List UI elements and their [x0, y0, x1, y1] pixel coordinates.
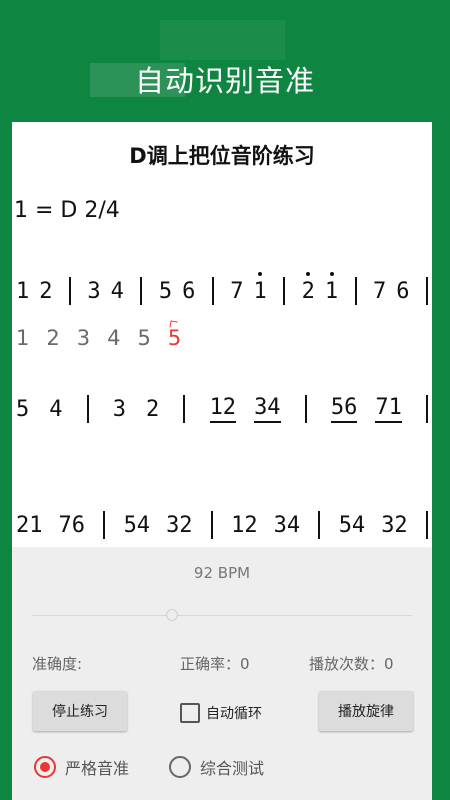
note-high: 1: [253, 271, 267, 304]
note-pair: 76: [58, 512, 86, 538]
note: 7: [373, 278, 387, 304]
note: 3: [87, 278, 101, 304]
bpm-readout: 92 BPM: [193, 564, 251, 582]
score-row-2: 54 32 12 34 56 71: [16, 392, 428, 426]
key-signature: 1 = D 2/4: [14, 198, 120, 223]
bar-line: [210, 511, 213, 539]
radio-unselected-icon[interactable]: [169, 756, 191, 778]
radio-combined-test[interactable]: 综合测试: [169, 755, 264, 779]
auto-loop-checkbox[interactable]: 自动循环: [180, 703, 262, 723]
bar-line: [425, 511, 428, 539]
note-pair: 54: [338, 512, 366, 538]
radio-selected-icon[interactable]: [34, 756, 56, 778]
score-row-3: 21 76 54 32 12 34 54 32: [16, 508, 428, 542]
sung-note: 4: [107, 326, 121, 350]
sung-notes: 1 2 3 4 5 5: [16, 326, 181, 350]
note-pair-high: 21: [16, 512, 43, 538]
bar-line: [140, 277, 143, 305]
note-pair: 12: [231, 512, 258, 538]
note-pair: 32: [166, 512, 193, 538]
correct-rate-label: 正确率：0: [180, 655, 250, 673]
bar-line: [103, 511, 106, 539]
app-banner: 自动识别音准: [0, 0, 450, 122]
bar-line: [211, 277, 214, 305]
play-melody-button[interactable]: 播放旋律: [319, 691, 413, 731]
sung-note: 1: [16, 326, 30, 350]
note: 3: [112, 396, 127, 422]
bar-line: [425, 395, 428, 423]
note-eighth-pair: 34: [254, 395, 281, 423]
note: 4: [49, 396, 63, 422]
note-eighth-pair: 56: [330, 395, 358, 423]
accuracy-label: 准确度:: [32, 655, 83, 673]
bar-line: [425, 277, 428, 305]
note: 4: [110, 278, 124, 304]
tempo-slider-thumb[interactable]: [166, 609, 178, 621]
sung-note: 5: [137, 326, 151, 350]
bar-line: [86, 395, 89, 423]
note-eighth-pair: 71: [375, 395, 402, 423]
note-high: 2: [301, 271, 315, 304]
radio-strict-pitch[interactable]: 严格音准: [34, 755, 129, 779]
note: 1: [16, 278, 30, 304]
sung-note: 3: [76, 326, 91, 350]
radio-strict-label: 严格音准: [65, 759, 130, 778]
sung-note: 2: [46, 326, 60, 350]
banner-ghost-graphic: [160, 20, 285, 60]
bar-line: [318, 511, 321, 539]
sung-note-error: 5: [167, 326, 182, 350]
bar-line: [304, 395, 307, 423]
tempo-slider-track[interactable]: [32, 615, 412, 616]
score-title: D调上把位音阶练习: [129, 144, 315, 168]
auto-loop-label: 自动循环: [206, 706, 262, 722]
app-title: 自动识别音准: [134, 64, 315, 98]
note-pair: 32: [381, 512, 408, 538]
note: 5: [16, 396, 30, 422]
note: 5: [158, 278, 173, 304]
note-pair: 54: [123, 512, 151, 538]
note-high: 1: [324, 271, 339, 304]
play-count-label: 播放次数：0: [309, 655, 394, 673]
note-pair: 34: [273, 512, 301, 538]
note-eighth-pair: 12: [209, 395, 237, 423]
bar-line: [183, 395, 186, 423]
note: 6: [396, 278, 410, 304]
note: 2: [146, 396, 160, 422]
checkbox-box[interactable]: [180, 703, 200, 723]
stop-practice-button[interactable]: 停止练习: [33, 691, 127, 731]
bar-line: [68, 277, 71, 305]
note: 7: [230, 278, 244, 304]
radio-combined-label: 综合测试: [200, 759, 265, 778]
note: 2: [39, 278, 53, 304]
bar-line: [354, 277, 357, 305]
score-row-1: 12 34 56 71 21 76: [16, 271, 428, 308]
score-sheet: D调上把位音阶练习 1 = D 2/4 12 34 56 71 21 76 1 …: [12, 122, 432, 547]
bar-line: [283, 277, 286, 305]
control-panel: 92 BPM 准确度: 正确率：0 播放次数：0 停止练习 自动循环 播放旋律 …: [12, 547, 432, 800]
note: 6: [182, 278, 196, 304]
